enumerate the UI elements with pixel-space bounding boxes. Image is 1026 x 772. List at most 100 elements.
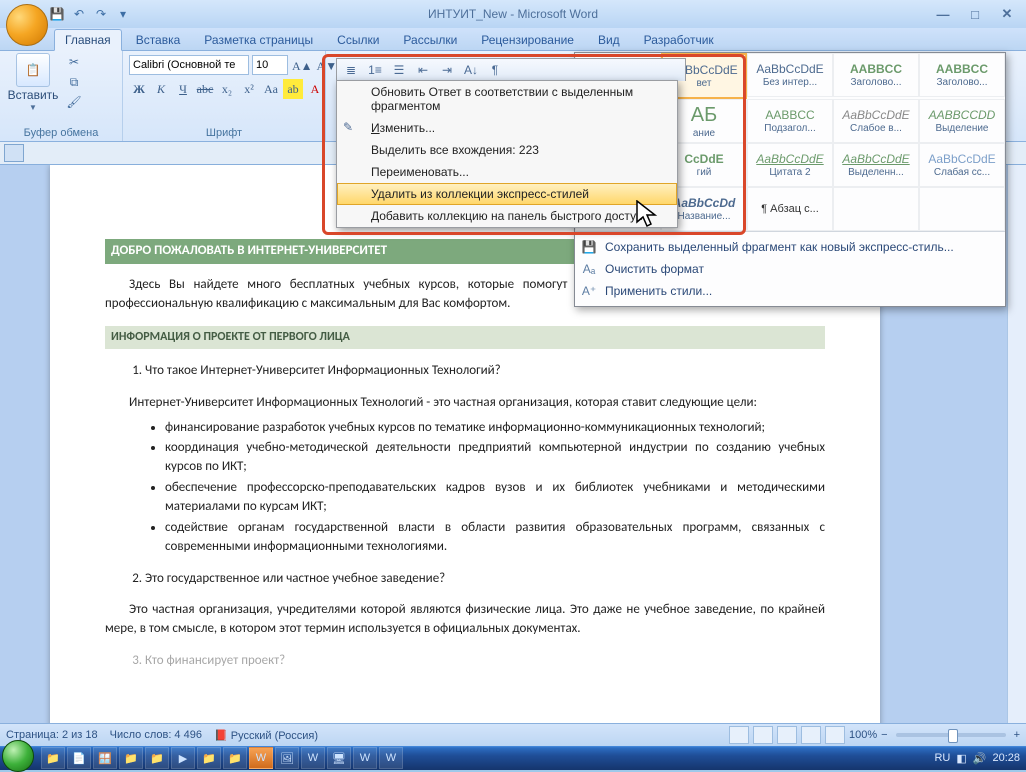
minimize-button[interactable]: — (932, 5, 954, 23)
tray-icon[interactable]: ◧ (956, 752, 966, 765)
save-icon[interactable]: 💾 (48, 5, 66, 23)
zoom-level[interactable]: 100% (849, 729, 877, 741)
task-item[interactable]: 📁 (119, 747, 143, 769)
shrink-font-icon[interactable]: A▼ (316, 56, 339, 76)
tray-clock[interactable]: 20:28 (992, 752, 1020, 764)
task-item[interactable]: 🖼 (275, 747, 299, 769)
font-size-input[interactable] (252, 55, 288, 75)
strike-button[interactable]: abc (195, 79, 215, 99)
superscript-button[interactable]: x² (239, 79, 259, 99)
maximize-button[interactable]: □ (964, 5, 986, 23)
task-item[interactable]: 🪟 (93, 747, 117, 769)
qat-more-icon[interactable]: ▾ (114, 5, 132, 23)
tab-review[interactable]: Рецензирование (471, 30, 584, 50)
tab-home[interactable]: Главная (54, 29, 122, 51)
context-select-all[interactable]: Выделить все вхождения: 223 (337, 139, 677, 161)
clipboard-icon: 📋 (16, 53, 50, 87)
paste-label: Вставить (8, 88, 59, 102)
task-item[interactable]: 📄 (67, 747, 91, 769)
pilcrow-icon[interactable]: ¶ (485, 61, 505, 79)
style-sample[interactable]: AABBCCЗаголово... (919, 53, 1005, 97)
style-sample[interactable]: AaBbCcDdEБез интер... (747, 53, 833, 97)
redo-icon[interactable]: ↷ (92, 5, 110, 23)
list-item: обеспечение профессорско-преподавательск… (165, 479, 825, 517)
context-add-to-qat[interactable]: Добавить коллекцию на панель быстрого до… (337, 205, 677, 227)
style-sample[interactable]: AaBbCcDdEСлабое в... (833, 99, 919, 143)
style-sample[interactable]: ¶ Абзац с... (747, 187, 833, 231)
vertical-scrollbar[interactable] (1007, 165, 1026, 746)
bullets-icon[interactable]: ≣ (341, 61, 361, 79)
task-item[interactable]: 📁 (197, 747, 221, 769)
change-case-button[interactable]: Aa (261, 79, 281, 99)
close-button[interactable]: ✕ (996, 5, 1018, 23)
indent-inc-icon[interactable]: ⇥ (437, 61, 457, 79)
task-item[interactable]: W (301, 747, 325, 769)
task-item[interactable]: 📁 (223, 747, 247, 769)
bold-button[interactable]: Ж (129, 79, 149, 99)
context-remove-from-gallery[interactable]: Удалить из коллекции экспресс-стилей (337, 183, 677, 205)
tab-references[interactable]: Ссылки (327, 30, 389, 50)
status-word-count[interactable]: Число слов: 4 496 (110, 729, 202, 741)
group-clipboard-label: Буфер обмена (6, 125, 116, 139)
tab-mailings[interactable]: Рассылки (393, 30, 467, 50)
windows-taskbar: 📁 📄 🪟 📁 📁 ▶ 📁 📁 W 🖼 W 🖥 W W RU ◧ 🔊 20:28 (0, 746, 1026, 770)
task-item[interactable]: W (249, 747, 273, 769)
tab-layout[interactable]: Разметка страницы (194, 30, 323, 50)
task-item[interactable]: 📁 (145, 747, 169, 769)
style-sample[interactable]: AABBCCЗаголово... (833, 53, 919, 97)
copy-icon[interactable]: ⧉ (64, 73, 84, 91)
italic-button[interactable]: К (151, 79, 171, 99)
office-button[interactable] (6, 4, 48, 46)
style-sample[interactable]: AABBCCПодзагол... (747, 99, 833, 143)
style-sample[interactable] (833, 187, 919, 231)
style-sample[interactable]: AaBbCcDdEВыделенн... (833, 143, 919, 187)
tab-insert[interactable]: Вставка (126, 30, 191, 50)
style-sample[interactable]: AABBCCDDВыделение (919, 99, 1005, 143)
task-item[interactable]: 📁 (41, 747, 65, 769)
save-style-menu[interactable]: 💾Сохранить выделенный фрагмент как новый… (575, 236, 1005, 258)
context-update-style[interactable]: Обновить Ответ в соответствии с выделенн… (337, 81, 677, 117)
view-draft[interactable] (825, 726, 845, 744)
style-sample[interactable]: AaBbCcDdEЦитата 2 (747, 143, 833, 187)
tab-view[interactable]: Вид (588, 30, 630, 50)
indent-dec-icon[interactable]: ⇤ (413, 61, 433, 79)
cut-icon[interactable]: ✂ (64, 53, 84, 71)
tray-volume-icon[interactable]: 🔊 (973, 752, 987, 765)
undo-icon[interactable]: ↶ (70, 5, 88, 23)
task-item[interactable]: ▶ (171, 747, 195, 769)
tab-developer[interactable]: Разработчик (634, 30, 724, 50)
view-outline[interactable] (801, 726, 821, 744)
window-title: ИНТУИТ_New - Microsoft Word (0, 7, 1026, 21)
status-language[interactable]: 📕 Русский (Россия) (214, 729, 318, 742)
style-sample[interactable]: AaBbCcDdEСлабая сс... (919, 143, 1005, 187)
font-name-input[interactable] (129, 55, 249, 75)
multilevel-icon[interactable]: ☰ (389, 61, 409, 79)
style-sample[interactable] (919, 187, 1005, 231)
numbering-icon[interactable]: 1≡ (365, 61, 385, 79)
task-item[interactable]: 🖥 (327, 747, 351, 769)
view-web[interactable] (777, 726, 797, 744)
font-color-button[interactable]: A (305, 79, 325, 99)
sort-icon[interactable]: A↓ (461, 61, 481, 79)
zoom-in-button[interactable]: + (1014, 729, 1020, 741)
modify-icon: ✎ (343, 120, 361, 136)
format-painter-icon[interactable]: 🖌 (64, 93, 84, 111)
subscript-button[interactable]: x₂ (217, 79, 237, 99)
tray-lang[interactable]: RU (934, 752, 950, 764)
start-button[interactable] (2, 740, 34, 772)
context-rename[interactable]: Переименовать... (337, 161, 677, 183)
view-print-layout[interactable] (729, 726, 749, 744)
view-full-screen[interactable] (753, 726, 773, 744)
zoom-slider[interactable] (896, 733, 1006, 737)
task-item[interactable]: W (353, 747, 377, 769)
ruler-toggle-icon[interactable] (4, 144, 24, 162)
clear-format-menu[interactable]: AₐОчистить формат (575, 258, 1005, 280)
context-modify[interactable]: ✎ИИзменить...зменить... (337, 117, 677, 139)
highlight-button[interactable]: ab (283, 79, 303, 99)
grow-font-icon[interactable]: A▲ (291, 56, 314, 76)
paste-button[interactable]: 📋 Вставить ▼ (6, 53, 60, 112)
zoom-out-button[interactable]: − (881, 729, 887, 741)
apply-styles-menu[interactable]: A⁺Применить стили... (575, 280, 1005, 302)
task-item[interactable]: W (379, 747, 403, 769)
underline-button[interactable]: Ч (173, 79, 193, 99)
